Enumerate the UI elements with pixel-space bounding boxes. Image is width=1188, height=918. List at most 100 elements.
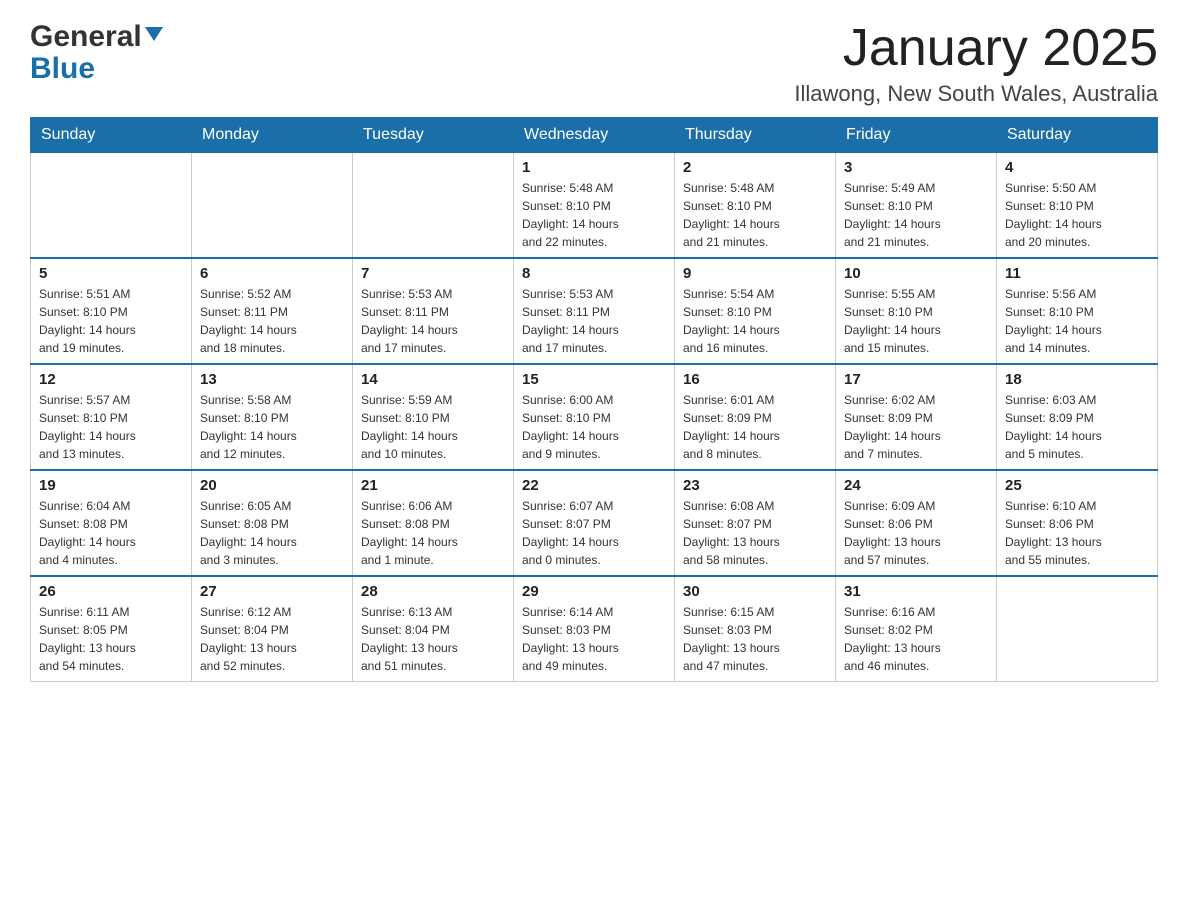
day-number: 6 (200, 265, 344, 282)
day-info: Sunrise: 5:59 AMSunset: 8:10 PMDaylight:… (361, 391, 505, 463)
calendar-day-8: 8 Sunrise: 5:53 AMSunset: 8:11 PMDaylight… (514, 258, 675, 364)
day-info: Sunrise: 5:51 AMSunset: 8:10 PMDaylight:… (39, 285, 183, 357)
day-number: 11 (1005, 265, 1149, 282)
calendar-day-15: 15Sunrise: 6:00 AMSunset: 8:10 PMDayligh… (514, 364, 675, 470)
page-header: General Blue January 2025 Illawong, New … (30, 20, 1158, 107)
day-info: Sunrise: 5:53 AMSunset: 8:11 PMDaylight:… (361, 285, 505, 357)
calendar-day-11: 11 Sunrise: 5:56 AMSunset: 8:10 PMDayligh… (997, 258, 1158, 364)
day-number: 27 (200, 583, 344, 600)
calendar-week-3: 12 Sunrise: 5:57 AMSunset: 8:10 PMDayligh… (31, 364, 1158, 470)
calendar-table: SundayMondayTuesdayWednesdayThursdayFrid… (30, 117, 1158, 682)
day-number: 2 (683, 159, 827, 176)
day-info: Sunrise: 5:57 AMSunset: 8:10 PMDaylight:… (39, 391, 183, 463)
day-number: 16 (683, 371, 827, 388)
calendar-day-26: 26 Sunrise: 6:11 AMSunset: 8:05 PMDayligh… (31, 576, 192, 682)
day-number: 26 (39, 583, 183, 600)
calendar-week-1: 1 Sunrise: 5:48 AMSunset: 8:10 PMDaylight… (31, 153, 1158, 259)
calendar-day-9: 9Sunrise: 5:54 AMSunset: 8:10 PMDaylight… (675, 258, 836, 364)
day-info: Sunrise: 6:04 AMSunset: 8:08 PMDaylight:… (39, 497, 183, 569)
calendar-day-4: 4Sunrise: 5:50 AMSunset: 8:10 PMDaylight… (997, 153, 1158, 259)
day-info: Sunrise: 5:56 AMSunset: 8:10 PMDaylight:… (1005, 285, 1149, 357)
day-info: Sunrise: 6:00 AMSunset: 8:10 PMDaylight:… (522, 391, 666, 463)
day-info: Sunrise: 5:58 AMSunset: 8:10 PMDaylight:… (200, 391, 344, 463)
day-number: 31 (844, 583, 988, 600)
day-number: 30 (683, 583, 827, 600)
day-number: 23 (683, 477, 827, 494)
day-number: 18 (1005, 371, 1149, 388)
calendar-day-1: 1 Sunrise: 5:48 AMSunset: 8:10 PMDaylight… (514, 153, 675, 259)
day-info: Sunrise: 5:49 AMSunset: 8:10 PMDaylight:… (844, 179, 988, 251)
logo: General Blue (30, 20, 163, 86)
header-thursday: Thursday (675, 118, 836, 153)
day-info: Sunrise: 6:11 AMSunset: 8:05 PMDaylight:… (39, 603, 183, 675)
header-wednesday: Wednesday (514, 118, 675, 153)
day-info: Sunrise: 6:14 AMSunset: 8:03 PMDaylight:… (522, 603, 666, 675)
day-info: Sunrise: 6:09 AMSunset: 8:06 PMDaylight:… (844, 497, 988, 569)
calendar-day-3: 3 Sunrise: 5:49 AMSunset: 8:10 PMDaylight… (836, 153, 997, 259)
day-number: 8 (522, 265, 666, 282)
calendar-day-25: 25Sunrise: 6:10 AMSunset: 8:06 PMDayligh… (997, 470, 1158, 576)
day-info: Sunrise: 6:08 AMSunset: 8:07 PMDaylight:… (683, 497, 827, 569)
header-sunday: Sunday (31, 118, 192, 153)
title-block: January 2025 Illawong, New South Wales, … (794, 20, 1158, 107)
calendar-day-18: 18Sunrise: 6:03 AMSunset: 8:09 PMDayligh… (997, 364, 1158, 470)
day-number: 12 (39, 371, 183, 388)
day-info: Sunrise: 5:54 AMSunset: 8:10 PMDaylight:… (683, 285, 827, 357)
header-monday: Monday (192, 118, 353, 153)
calendar-week-2: 5Sunrise: 5:51 AMSunset: 8:10 PMDaylight… (31, 258, 1158, 364)
calendar-day-17: 17 Sunrise: 6:02 AMSunset: 8:09 PMDayligh… (836, 364, 997, 470)
day-info: Sunrise: 6:01 AMSunset: 8:09 PMDaylight:… (683, 391, 827, 463)
calendar-empty-cell (192, 153, 353, 259)
day-number: 22 (522, 477, 666, 494)
day-number: 7 (361, 265, 505, 282)
day-info: Sunrise: 5:52 AMSunset: 8:11 PMDaylight:… (200, 285, 344, 357)
logo-general-text: General (30, 20, 142, 54)
day-info: Sunrise: 6:06 AMSunset: 8:08 PMDaylight:… (361, 497, 505, 569)
day-info: Sunrise: 6:16 AMSunset: 8:02 PMDaylight:… (844, 603, 988, 675)
calendar-day-10: 10 Sunrise: 5:55 AMSunset: 8:10 PMDayligh… (836, 258, 997, 364)
day-number: 10 (844, 265, 988, 282)
day-number: 29 (522, 583, 666, 600)
calendar-day-19: 19 Sunrise: 6:04 AMSunset: 8:08 PMDayligh… (31, 470, 192, 576)
calendar-day-20: 20 Sunrise: 6:05 AMSunset: 8:08 PMDayligh… (192, 470, 353, 576)
calendar-day-16: 16 Sunrise: 6:01 AMSunset: 8:09 PMDayligh… (675, 364, 836, 470)
day-info: Sunrise: 6:07 AMSunset: 8:07 PMDaylight:… (522, 497, 666, 569)
day-info: Sunrise: 5:48 AMSunset: 8:10 PMDaylight:… (683, 179, 827, 251)
logo-blue-text: Blue (30, 52, 95, 86)
calendar-week-5: 26 Sunrise: 6:11 AMSunset: 8:05 PMDayligh… (31, 576, 1158, 682)
day-number: 28 (361, 583, 505, 600)
day-number: 1 (522, 159, 666, 176)
calendar-empty-cell (353, 153, 514, 259)
calendar-empty-cell (31, 153, 192, 259)
day-info: Sunrise: 5:53 AMSunset: 8:11 PMDaylight:… (522, 285, 666, 357)
calendar-day-6: 6 Sunrise: 5:52 AMSunset: 8:11 PMDaylight… (192, 258, 353, 364)
calendar-day-13: 13 Sunrise: 5:58 AMSunset: 8:10 PMDayligh… (192, 364, 353, 470)
calendar-day-5: 5Sunrise: 5:51 AMSunset: 8:10 PMDaylight… (31, 258, 192, 364)
calendar-day-24: 24 Sunrise: 6:09 AMSunset: 8:06 PMDayligh… (836, 470, 997, 576)
day-number: 24 (844, 477, 988, 494)
day-number: 25 (1005, 477, 1149, 494)
day-number: 13 (200, 371, 344, 388)
day-info: Sunrise: 6:13 AMSunset: 8:04 PMDaylight:… (361, 603, 505, 675)
month-title: January 2025 (794, 20, 1158, 77)
header-tuesday: Tuesday (353, 118, 514, 153)
calendar-day-31: 31 Sunrise: 6:16 AMSunset: 8:02 PMDayligh… (836, 576, 997, 682)
day-info: Sunrise: 6:02 AMSunset: 8:09 PMDaylight:… (844, 391, 988, 463)
day-number: 14 (361, 371, 505, 388)
day-number: 3 (844, 159, 988, 176)
day-number: 20 (200, 477, 344, 494)
calendar-day-2: 2 Sunrise: 5:48 AMSunset: 8:10 PMDaylight… (675, 153, 836, 259)
calendar-day-14: 14 Sunrise: 5:59 AMSunset: 8:10 PMDayligh… (353, 364, 514, 470)
calendar-day-29: 29 Sunrise: 6:14 AMSunset: 8:03 PMDayligh… (514, 576, 675, 682)
calendar-day-28: 28 Sunrise: 6:13 AMSunset: 8:04 PMDayligh… (353, 576, 514, 682)
day-info: Sunrise: 6:15 AMSunset: 8:03 PMDaylight:… (683, 603, 827, 675)
day-info: Sunrise: 5:55 AMSunset: 8:10 PMDaylight:… (844, 285, 988, 357)
day-info: Sunrise: 6:05 AMSunset: 8:08 PMDaylight:… (200, 497, 344, 569)
calendar-day-30: 30 Sunrise: 6:15 AMSunset: 8:03 PMDayligh… (675, 576, 836, 682)
day-info: Sunrise: 6:12 AMSunset: 8:04 PMDaylight:… (200, 603, 344, 675)
calendar-day-21: 21Sunrise: 6:06 AMSunset: 8:08 PMDayligh… (353, 470, 514, 576)
day-number: 17 (844, 371, 988, 388)
day-number: 19 (39, 477, 183, 494)
day-number: 4 (1005, 159, 1149, 176)
day-info: Sunrise: 5:48 AMSunset: 8:10 PMDaylight:… (522, 179, 666, 251)
